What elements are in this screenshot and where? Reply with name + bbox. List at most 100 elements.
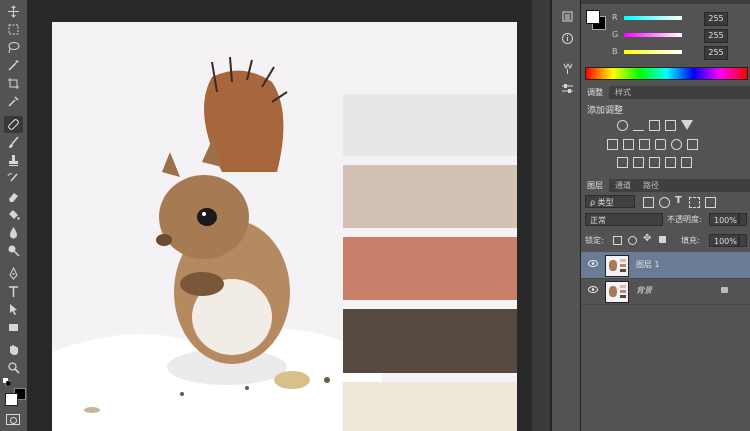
exposure-icon[interactable] xyxy=(665,120,676,131)
tab-paths[interactable]: 路径 xyxy=(637,179,665,192)
tab-channels[interactable]: 通道 xyxy=(609,179,637,192)
opacity-label: 不透明度: xyxy=(667,215,702,224)
tab-styles[interactable]: 样式 xyxy=(609,86,637,99)
history-panel-icon[interactable] xyxy=(558,8,577,25)
curves-icon[interactable] xyxy=(649,120,660,131)
threshold-icon[interactable] xyxy=(649,157,660,168)
palette-swatch-4 xyxy=(343,309,517,373)
fill-input[interactable]: 100% xyxy=(709,234,739,247)
color-foreground-swatch[interactable] xyxy=(586,10,600,24)
layer-row-1[interactable]: 图层 1 xyxy=(581,252,750,279)
adjustments-tabbar: 调整 样式 xyxy=(581,86,750,99)
lock-label: 锁定: xyxy=(585,236,604,245)
filter-smartobject-icon[interactable] xyxy=(705,197,716,208)
filter-type-icon[interactable]: T xyxy=(675,195,682,206)
channel-mixer-icon[interactable] xyxy=(671,139,682,150)
color-balance-icon[interactable] xyxy=(623,139,634,150)
opacity-dropdown-icon[interactable] xyxy=(739,213,747,226)
layer-name[interactable]: 图层 1 xyxy=(636,259,660,270)
color-slider-r[interactable]: R 255 xyxy=(581,11,750,27)
filter-pixel-icon[interactable] xyxy=(643,197,654,208)
dodge-tool-icon[interactable] xyxy=(4,242,23,259)
palette-swatch-2 xyxy=(343,165,517,228)
zoom-tool-icon[interactable] xyxy=(4,359,23,376)
filter-shape-icon[interactable] xyxy=(689,197,700,208)
layer-thumbnail xyxy=(605,255,629,277)
slider-value[interactable]: 255 xyxy=(704,12,728,26)
layers-tabbar: 图层 通道 路径 xyxy=(581,179,750,192)
layer-lock-icon xyxy=(721,287,728,293)
layer-name[interactable]: 背景 xyxy=(636,285,652,296)
opacity-input[interactable]: 100% xyxy=(709,213,739,226)
tab-layers[interactable]: 图层 xyxy=(581,179,609,192)
slider-label: G xyxy=(612,30,619,39)
properties-panel-icon[interactable] xyxy=(558,80,577,97)
info-panel-icon[interactable] xyxy=(558,30,577,47)
lock-pixels-icon[interactable] xyxy=(628,236,637,245)
brush-tool-icon[interactable] xyxy=(4,134,23,151)
vibrance-icon[interactable] xyxy=(681,120,693,130)
filter-adjustment-icon[interactable] xyxy=(659,197,670,208)
layer-row-background[interactable]: 背景 xyxy=(581,278,750,305)
layer-filter-select[interactable]: ρ 类型 xyxy=(585,195,635,208)
brightness-icon[interactable] xyxy=(617,120,628,131)
blur-tool-icon[interactable] xyxy=(4,224,23,241)
gradient-map-icon[interactable] xyxy=(665,157,676,168)
paint-bucket-tool-icon[interactable] xyxy=(4,206,23,223)
magic-wand-tool-icon[interactable] xyxy=(4,57,23,74)
palette-swatch-1 xyxy=(343,94,517,156)
slider-label: B xyxy=(612,47,618,56)
crop-tool-icon[interactable] xyxy=(4,75,23,92)
right-panels: R 255 G 255 B 255 调整 样式 添加调整 图层 通道 路径 ρ … xyxy=(580,0,750,431)
lock-position-icon[interactable]: ✥ xyxy=(643,233,651,244)
blend-mode-select[interactable]: 正常 xyxy=(585,213,663,226)
adjustments-title: 添加调整 xyxy=(587,106,624,116)
fill-label: 填充: xyxy=(681,236,700,245)
foreground-color-swatch[interactable] xyxy=(5,393,18,406)
move-tool-icon[interactable] xyxy=(4,3,23,20)
marquee-tool-icon[interactable] xyxy=(4,21,23,38)
layer-thumbnail xyxy=(605,281,629,303)
palette-swatch-5 xyxy=(343,382,517,431)
fill-dropdown-icon[interactable] xyxy=(739,234,747,247)
hand-tool-icon[interactable] xyxy=(4,341,23,358)
levels-icon[interactable] xyxy=(633,120,644,131)
slider-gradient[interactable] xyxy=(624,16,682,20)
black-white-icon[interactable] xyxy=(639,139,650,150)
color-lookup-icon[interactable] xyxy=(687,139,698,150)
lock-all-icon[interactable] xyxy=(659,236,666,243)
brush-presets-icon[interactable] xyxy=(558,60,577,77)
invert-icon[interactable] xyxy=(617,157,628,168)
visibility-eye-icon[interactable] xyxy=(588,260,598,267)
slider-value[interactable]: 255 xyxy=(704,29,728,43)
healing-brush-tool-icon[interactable] xyxy=(4,116,23,133)
visibility-eye-icon[interactable] xyxy=(588,286,598,293)
lasso-tool-icon[interactable] xyxy=(4,39,23,56)
slider-gradient[interactable] xyxy=(624,50,682,54)
document-canvas[interactable] xyxy=(52,22,517,431)
eyedropper-tool-icon[interactable] xyxy=(4,93,23,110)
pen-tool-icon[interactable] xyxy=(4,265,23,282)
photo-filter-icon[interactable] xyxy=(655,139,666,150)
rectangle-tool-icon[interactable] xyxy=(4,319,23,336)
type-tool-icon[interactable] xyxy=(4,283,23,300)
color-slider-g[interactable]: G 255 xyxy=(581,28,750,44)
color-spectrum-bar[interactable] xyxy=(585,67,748,80)
panel-dock-strip xyxy=(551,0,580,431)
eraser-tool-icon[interactable] xyxy=(4,188,23,205)
slider-gradient[interactable] xyxy=(624,33,682,37)
default-colors-icon[interactable] xyxy=(3,378,12,387)
tab-adjustments[interactable]: 调整 xyxy=(581,86,609,99)
color-slider-b[interactable]: B 255 xyxy=(581,45,750,61)
palette-swatch-3 xyxy=(343,237,517,300)
history-brush-tool-icon[interactable] xyxy=(4,170,23,187)
posterize-icon[interactable] xyxy=(633,157,644,168)
slider-value[interactable]: 255 xyxy=(704,46,728,60)
path-selection-tool-icon[interactable] xyxy=(4,301,23,318)
clone-stamp-tool-icon[interactable] xyxy=(4,152,23,169)
lock-transparent-icon[interactable] xyxy=(613,236,622,245)
quick-mask-icon[interactable] xyxy=(6,414,20,425)
tools-panel xyxy=(0,0,28,431)
hue-saturation-icon[interactable] xyxy=(607,139,618,150)
selective-color-icon[interactable] xyxy=(681,157,692,168)
